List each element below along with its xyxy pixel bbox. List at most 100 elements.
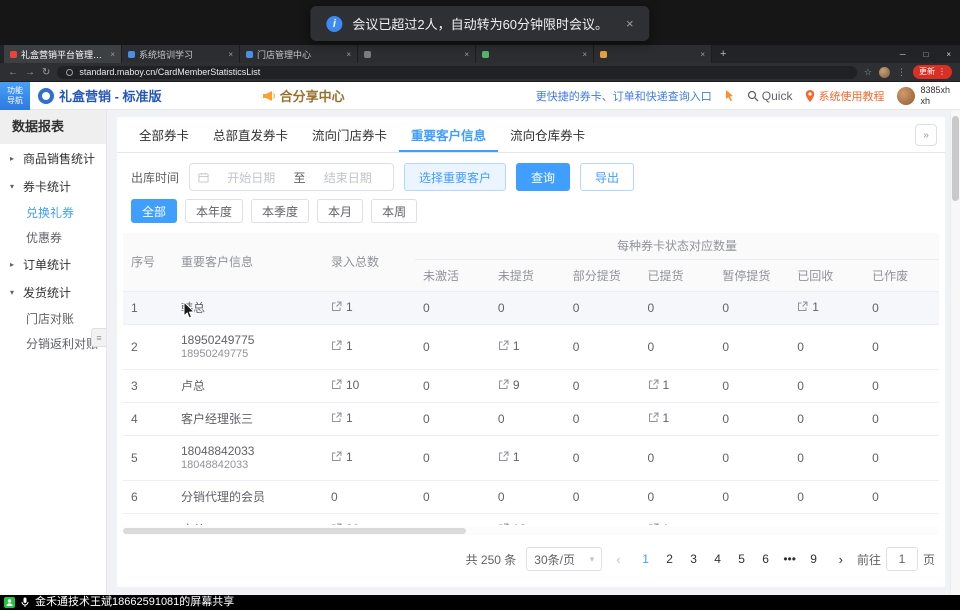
sidebar-collapse-handle[interactable]: ≡ <box>91 328 106 347</box>
customer-cell: 1895024977518950249775 <box>173 324 323 369</box>
tutorial-link[interactable]: 系统使用教程 <box>805 88 884 104</box>
tab-hq-direct-cards[interactable]: 总部直发券卡 <box>201 117 300 152</box>
date-range-picker[interactable]: 开始日期 至 结束日期 <box>189 163 394 191</box>
page-list: 1 2 3 4 5 6 ••• 9 <box>635 548 825 570</box>
url-bar[interactable]: standard.maboy.cn/CardMemberStatisticsLi… <box>57 66 857 79</box>
quick-filter-week[interactable]: 本周 <box>371 199 417 223</box>
browser-tab[interactable]: × <box>358 45 476 63</box>
tab-close-icon[interactable]: × <box>582 50 587 59</box>
end-date-input[interactable]: 结束日期 <box>311 169 386 186</box>
new-tab-button[interactable]: + <box>712 45 734 63</box>
screen: i 会议已超过2人，自动转为60分钟限时会议。 × 礼盒营销平台管理中心 × 系… <box>0 0 960 610</box>
count-link[interactable]: 1 <box>648 411 670 425</box>
page-button[interactable]: 9 <box>803 548 825 570</box>
start-date-input[interactable]: 开始日期 <box>214 169 289 186</box>
count-link[interactable]: 1 <box>648 378 670 392</box>
count-link[interactable]: 1 <box>331 339 353 353</box>
total-count: 共 250 条 <box>466 551 517 568</box>
tab-close-icon[interactable]: × <box>346 50 351 59</box>
kebab-menu-icon[interactable]: ⋮ <box>897 67 906 78</box>
count-cell: 0 <box>565 402 640 435</box>
refresh-icon[interactable]: ↻ <box>42 67 50 78</box>
share-center-link[interactable]: 合分享中心 <box>262 86 345 105</box>
sidebar-item-store-reconciliation[interactable]: 门店对账 <box>0 306 106 331</box>
tab-all-cards[interactable]: 全部券卡 <box>127 117 201 152</box>
expand-panel-icon[interactable]: » <box>915 124 937 146</box>
count-cell: 0 <box>415 291 490 324</box>
page-size-select[interactable]: 30条/页 ▾ <box>526 547 602 571</box>
page-button[interactable]: 3 <box>683 548 705 570</box>
site-info-icon[interactable] <box>66 69 73 76</box>
quick-filter-all[interactable]: 全部 <box>131 199 177 223</box>
page-ellipsis[interactable]: ••• <box>779 548 801 570</box>
count-cell: 0 <box>565 480 640 513</box>
count-link[interactable]: 18 <box>498 522 526 525</box>
count-link[interactable]: 9 <box>498 378 520 392</box>
count-link[interactable]: 1 <box>331 450 353 464</box>
count-link[interactable]: 1 <box>797 300 819 314</box>
page-button[interactable]: 6 <box>755 548 777 570</box>
count-link[interactable]: 1 <box>331 411 353 425</box>
close-button[interactable]: × <box>937 50 960 59</box>
quick-filter-month[interactable]: 本月 <box>317 199 363 223</box>
browser-tab[interactable]: × <box>476 45 594 63</box>
app-body: 数据报表 ▸ 商品销售统计 ▾ 券卡统计 兑换礼券 优惠券 ▸ 订单统计 ▾ 发… <box>0 110 960 595</box>
count-link[interactable]: 10 <box>331 378 359 392</box>
goto-page-input[interactable] <box>886 547 918 571</box>
quick-filter-year[interactable]: 本年度 <box>185 199 243 223</box>
maximize-button[interactable]: □ <box>914 50 937 59</box>
count-link[interactable]: 1 <box>498 450 520 464</box>
count-link[interactable]: 1 <box>648 522 670 525</box>
function-nav-button[interactable]: 功能 导航 <box>0 82 30 110</box>
count-link[interactable]: 1 <box>331 300 353 314</box>
favicon-icon <box>600 51 607 58</box>
page-button[interactable]: 1 <box>635 548 657 570</box>
brand-logo-icon <box>38 88 54 104</box>
sidebar-item-gift-voucher[interactable]: 兑换礼券 <box>0 200 106 225</box>
count-link-icon <box>648 412 659 423</box>
tab-close-icon[interactable]: × <box>110 50 115 59</box>
bookmark-star-icon[interactable]: ☆ <box>864 67 872 78</box>
search-button[interactable]: 查询 <box>516 163 570 191</box>
browser-tab[interactable]: × <box>594 45 712 63</box>
tab-close-icon[interactable]: × <box>700 50 705 59</box>
sidebar-item-card-stats[interactable]: ▾ 券卡统计 <box>0 172 106 200</box>
back-icon[interactable]: ← <box>8 67 18 78</box>
sidebar-item-shipping-stats[interactable]: ▾ 发货统计 <box>0 278 106 306</box>
toast-text: 会议已超过2人，自动转为60分钟限时会议。 <box>352 14 608 33</box>
quick-filter-quarter[interactable]: 本季度 <box>251 199 309 223</box>
sidebar-item-product-sales[interactable]: ▸ 商品销售统计 <box>0 144 106 172</box>
tab-close-icon[interactable]: × <box>464 50 469 59</box>
browser-tab[interactable]: 门店管理中心 × <box>240 45 358 63</box>
export-button[interactable]: 导出 <box>580 163 634 191</box>
quick-search-button[interactable]: Quick <box>747 89 793 103</box>
toast-close-icon[interactable]: × <box>626 16 634 31</box>
user-menu[interactable]: 8385xh xh <box>897 85 950 107</box>
count-cell: 0 <box>565 435 640 480</box>
horizontal-scrollbar-thumb[interactable] <box>123 528 466 534</box>
page-button[interactable]: 5 <box>731 548 753 570</box>
tab-warehouse-flow-cards[interactable]: 流向仓库券卡 <box>498 117 597 152</box>
forward-icon[interactable]: → <box>25 67 35 78</box>
browser-tab[interactable]: 系统培训学习 × <box>122 45 240 63</box>
page-button[interactable]: 4 <box>707 548 729 570</box>
sidebar-item-coupon[interactable]: 优惠券 <box>0 225 106 250</box>
table-body: 1韩总1000001021895024977518950249775101000… <box>123 291 939 525</box>
browser-tab[interactable]: 礼盒营销平台管理中心 × <box>4 45 122 63</box>
prev-page-button[interactable]: ‹ <box>612 552 624 567</box>
count-cell: 0 <box>714 402 789 435</box>
count-link[interactable]: 1 <box>498 339 520 353</box>
page-button[interactable]: 2 <box>659 548 681 570</box>
sidebar-item-order-stats[interactable]: ▸ 订单统计 <box>0 250 106 278</box>
browser-profile-avatar[interactable] <box>879 67 890 78</box>
tab-store-flow-cards[interactable]: 流向门店券卡 <box>300 117 399 152</box>
select-customer-button[interactable]: 选择重要客户 <box>404 163 506 191</box>
tab-important-customers[interactable]: 重要客户信息 <box>399 117 498 152</box>
vertical-scrollbar-thumb[interactable] <box>952 116 959 201</box>
tab-close-icon[interactable]: × <box>228 50 233 59</box>
update-button[interactable]: 更新⋮ <box>913 65 952 79</box>
next-page-button[interactable]: › <box>835 552 847 567</box>
count-link[interactable]: 20 <box>331 522 359 525</box>
minimize-button[interactable]: ─ <box>891 50 915 59</box>
count-link-icon <box>331 412 342 423</box>
